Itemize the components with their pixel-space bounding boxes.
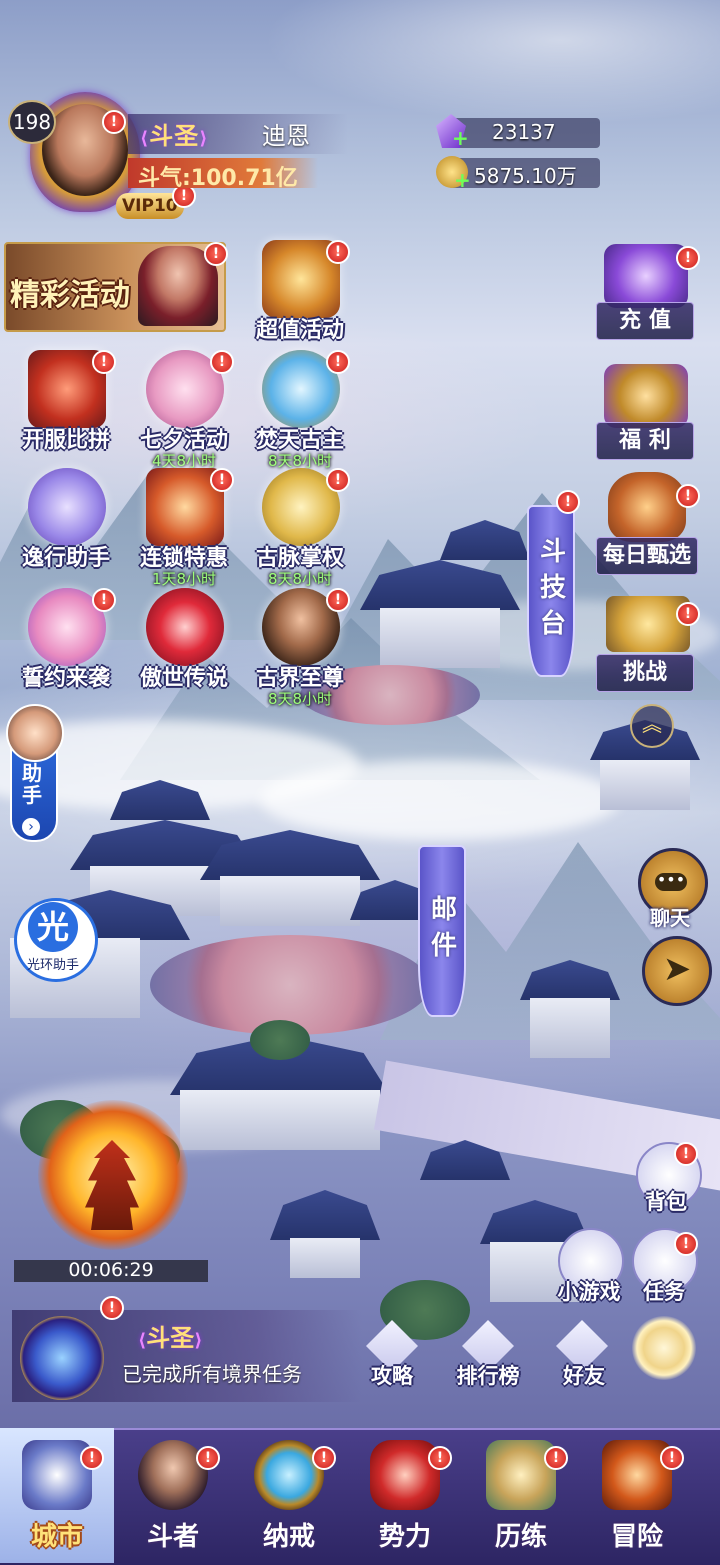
alert-badge: !	[660, 1446, 684, 1470]
countdown-timer: 00:06:29	[68, 1259, 154, 1281]
alert-badge: !	[92, 588, 116, 612]
event-label: 傲世传说	[139, 666, 228, 691]
nav-tab-adventure[interactable]: ! 冒险	[580, 1428, 694, 1563]
left-wing-icon: ⟨	[138, 1330, 147, 1351]
alert-badge: !	[210, 350, 234, 374]
featured-events-label: 精彩活动	[10, 278, 130, 313]
halo-assistant-label: 光环助手	[26, 958, 79, 973]
assistant-avatar[interactable]	[6, 704, 64, 762]
event-label: 誓约来袭	[21, 666, 110, 691]
alert-badge: !	[312, 1446, 336, 1470]
recharge-button[interactable]: 充 值	[596, 302, 694, 340]
crystal-chest-icon[interactable]	[604, 244, 688, 308]
nav-label: 历练	[494, 1522, 547, 1552]
player-name: 迪恩	[262, 122, 310, 150]
nav-label: 势力	[378, 1522, 431, 1552]
ranking-button-label[interactable]: 排行榜	[444, 1360, 532, 1390]
recharge-alert-badge: !	[676, 246, 700, 270]
realm-description: 已完成所有境界任务	[122, 1362, 302, 1386]
nav-tab-faction[interactable]: ! 势力	[348, 1428, 462, 1563]
gold-amount: 5875.10万	[474, 164, 577, 188]
mail-map-label[interactable]: 邮件	[418, 845, 466, 1017]
nav-label: 城市	[30, 1522, 83, 1552]
challenge-button[interactable]: 挑战	[596, 654, 694, 692]
friends-button-label[interactable]: 好友	[544, 1360, 624, 1390]
alert-badge: !	[196, 1446, 220, 1470]
alert-badge: !	[326, 240, 350, 264]
realm-emblem-icon	[20, 1316, 104, 1400]
player-rank-title: ⟨斗圣⟩	[140, 122, 209, 150]
realm-title: ⟨斗圣⟩	[138, 1324, 203, 1352]
right-wing-icon: ⟩	[199, 128, 209, 149]
alert-badge: !	[80, 1446, 104, 1470]
event-timer: 8天8小时	[267, 570, 333, 588]
event-timer: 1天8小时	[151, 570, 217, 588]
arrow-right-icon: ›	[22, 818, 40, 836]
event-burning-heaven[interactable]: ! 焚天古主 8天8小时	[240, 350, 360, 470]
event-server-competition[interactable]: ! 开服比拼	[6, 350, 126, 468]
task-button-label[interactable]: 任务	[630, 1276, 698, 1306]
event-label: 开服比拼	[21, 428, 110, 453]
add-gold-icon[interactable]: +	[454, 170, 471, 190]
halo-icon: 光	[28, 902, 78, 952]
right-wing-icon: ⟩	[194, 1330, 203, 1351]
alert-badge: !	[326, 350, 350, 374]
bag-button-label[interactable]: 背包	[632, 1186, 700, 1216]
arena-map-label[interactable]: 斗技台	[527, 505, 575, 677]
nav-label: 斗者	[146, 1522, 199, 1552]
event-legend[interactable]: 傲世传说	[124, 588, 244, 706]
left-wing-icon: ⟨	[140, 128, 150, 149]
player-power: 斗气:100.71亿	[138, 166, 298, 191]
player-level-badge: 198	[8, 100, 56, 144]
realm-alert-badge: !	[100, 1296, 124, 1320]
add-gem-icon[interactable]: +	[452, 128, 469, 148]
event-label: 超值活动	[255, 318, 344, 343]
nav-label: 冒险	[610, 1522, 663, 1552]
event-value-deals[interactable]: ! 超值活动	[240, 240, 360, 358]
event-label: 逸行助手	[21, 546, 110, 571]
event-qixi[interactable]: ! 七夕活动 4天8小时	[124, 350, 244, 470]
arena-alert-badge: !	[556, 490, 580, 514]
event-supreme-realm[interactable]: ! 古界至尊 8天8小时	[240, 588, 360, 708]
bag-alert-badge: !	[674, 1142, 698, 1166]
alert-badge: !	[92, 350, 116, 374]
guide-button-label[interactable]: 攻略	[352, 1360, 432, 1390]
daily-alert-badge: !	[676, 484, 700, 508]
alert-badge: !	[326, 588, 350, 612]
alert-badge: !	[428, 1446, 452, 1470]
nav-tab-ring[interactable]: ! 纳戒	[232, 1428, 346, 1563]
event-timer: 8天8小时	[267, 690, 333, 708]
task-alert-badge: !	[674, 1232, 698, 1256]
event-oath-raid[interactable]: ! 誓约来袭	[6, 588, 126, 706]
vortex-icon	[146, 588, 224, 666]
alert-badge: !	[544, 1446, 568, 1470]
avatar-alert-badge: !	[102, 110, 126, 134]
nav-label: 纳戒	[262, 1522, 315, 1552]
scroll-trophy-icon[interactable]	[606, 596, 690, 652]
minigame-button-label[interactable]: 小游戏	[546, 1276, 632, 1306]
alert-badge: !	[326, 468, 350, 492]
lucky-bag-icon[interactable]	[608, 472, 686, 542]
event-ancient-vein[interactable]: ! 古脉掌权 8天8小时	[240, 468, 360, 588]
assistant-label: 助手	[22, 761, 42, 807]
gem-amount: 23137	[492, 120, 556, 144]
chat-bubble-icon: •••	[655, 870, 687, 891]
cloud-beast-icon	[28, 468, 106, 546]
challenge-alert-badge: !	[676, 602, 700, 626]
nav-tab-fighters[interactable]: ! 斗者	[116, 1428, 230, 1563]
welfare-button[interactable]: 福 利	[596, 422, 694, 460]
event-chain-deals[interactable]: ! 连锁特惠 1天8小时	[124, 468, 244, 588]
chat-label: 聊天	[650, 906, 690, 930]
lotus-flower-icon[interactable]	[632, 1316, 696, 1380]
treasure-chest-icon[interactable]	[604, 364, 688, 428]
nav-tab-city[interactable]: ! 城市	[0, 1428, 114, 1563]
alert-badge: !	[210, 468, 234, 492]
banner-alert-badge: !	[204, 242, 228, 266]
event-wander-assistant[interactable]: 逸行助手	[6, 468, 126, 586]
daily-selection-button[interactable]: 每日甄选	[596, 537, 698, 575]
collapse-chevron-up-icon[interactable]: ︽	[630, 704, 674, 748]
nav-tab-training[interactable]: ! 历练	[464, 1428, 578, 1563]
quick-battle-arrow-icon[interactable]: ➤	[642, 936, 712, 1006]
